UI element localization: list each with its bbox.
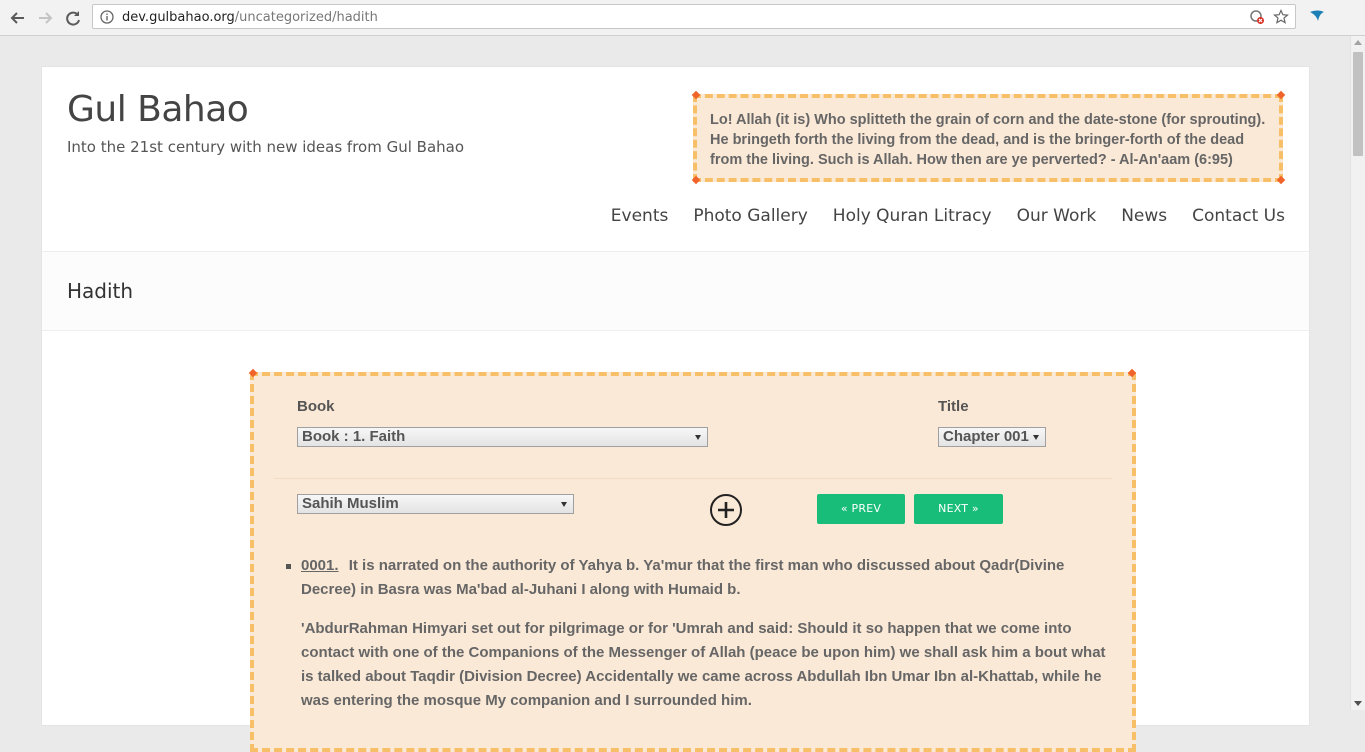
url-host: dev.gulbahao.org (122, 10, 235, 25)
forward-arrow-icon[interactable] (34, 7, 56, 29)
site-title[interactable]: Gul Bahao (67, 89, 249, 130)
hadith-entry: 0001. It is narrated on the authority of… (286, 554, 1115, 728)
hadith-paragraph-1: 0001. It is narrated on the authority of… (301, 554, 1115, 602)
hadith-text-1: It is narrated on the authority of Yahya… (301, 557, 1065, 598)
bookmark-star-icon[interactable] (1273, 9, 1289, 30)
extension-icon[interactable] (1308, 8, 1326, 31)
next-button[interactable]: NEXT » (914, 494, 1003, 524)
nav-item-events[interactable]: Events (611, 206, 669, 226)
collection-select-value: Sahih Muslim (302, 495, 399, 512)
scroll-down-icon[interactable] (1354, 701, 1362, 706)
nav-item-photo-gallery[interactable]: Photo Gallery (693, 206, 807, 226)
page-title: Hadith (67, 279, 134, 303)
back-arrow-icon[interactable] (7, 7, 29, 29)
hadith-text-2: 'AbdurRahman Himyari set out for pilgrim… (301, 620, 1106, 709)
page-scrollbar[interactable] (1350, 36, 1365, 710)
collection-select[interactable]: Sahih Muslim (297, 494, 574, 514)
hadith-number-link[interactable]: 0001. (301, 557, 339, 574)
chapter-select[interactable]: Chapter 001 (938, 427, 1046, 447)
quote-box: Lo! Allah (it is) Who splitteth the grai… (693, 94, 1283, 182)
browser-toolbar: dev.gulbahao.org/uncategorized/hadith (0, 0, 1365, 36)
book-select[interactable]: Book : 1. Faith (297, 427, 708, 447)
url-text: dev.gulbahao.org/uncategorized/hadith (122, 10, 378, 25)
chevron-down-icon (695, 435, 701, 440)
corner-ornament (1276, 175, 1286, 185)
site-tagline: Into the 21st century with new ideas fro… (67, 138, 465, 156)
page-title-band: Hadith (42, 251, 1309, 331)
chapter-select-value: Chapter 001 (943, 428, 1029, 445)
scroll-up-icon[interactable] (1354, 40, 1362, 45)
reload-icon[interactable] (62, 7, 84, 29)
list-bullet (286, 564, 291, 569)
nav-item-news[interactable]: News (1121, 206, 1167, 226)
main-nav: Events Photo Gallery Holy Quran Litracy … (611, 206, 1285, 226)
info-icon[interactable] (100, 10, 114, 29)
nav-item-contact-us[interactable]: Contact Us (1192, 206, 1285, 226)
chevron-down-icon (561, 502, 567, 507)
nav-item-our-work[interactable]: Our Work (1017, 206, 1097, 226)
blocked-content-icon[interactable] (1249, 9, 1265, 30)
hadith-paragraph-2: 'AbdurRahman Himyari set out for pilgrim… (301, 617, 1115, 713)
url-path: /uncategorized/hadith (234, 10, 378, 25)
prev-button[interactable]: « PREV (817, 494, 905, 524)
book-label: Book (297, 398, 335, 415)
quote-text: Lo! Allah (it is) Who splitteth the grai… (710, 112, 1266, 168)
chevron-down-icon (1033, 435, 1039, 440)
page-container: Gul Bahao Into the 21st century with new… (41, 66, 1310, 752)
book-select-value: Book : 1. Faith (302, 428, 406, 445)
address-bar[interactable]: dev.gulbahao.org/uncategorized/hadith (92, 4, 1296, 29)
nav-item-holy-quran-litracy[interactable]: Holy Quran Litracy (833, 206, 992, 226)
scroll-thumb[interactable] (1353, 52, 1363, 156)
title-label: Title (938, 398, 969, 415)
hadith-panel: Book Book : 1. Faith Title Chapter 001 S… (250, 372, 1136, 752)
add-circle-icon[interactable] (709, 493, 743, 532)
